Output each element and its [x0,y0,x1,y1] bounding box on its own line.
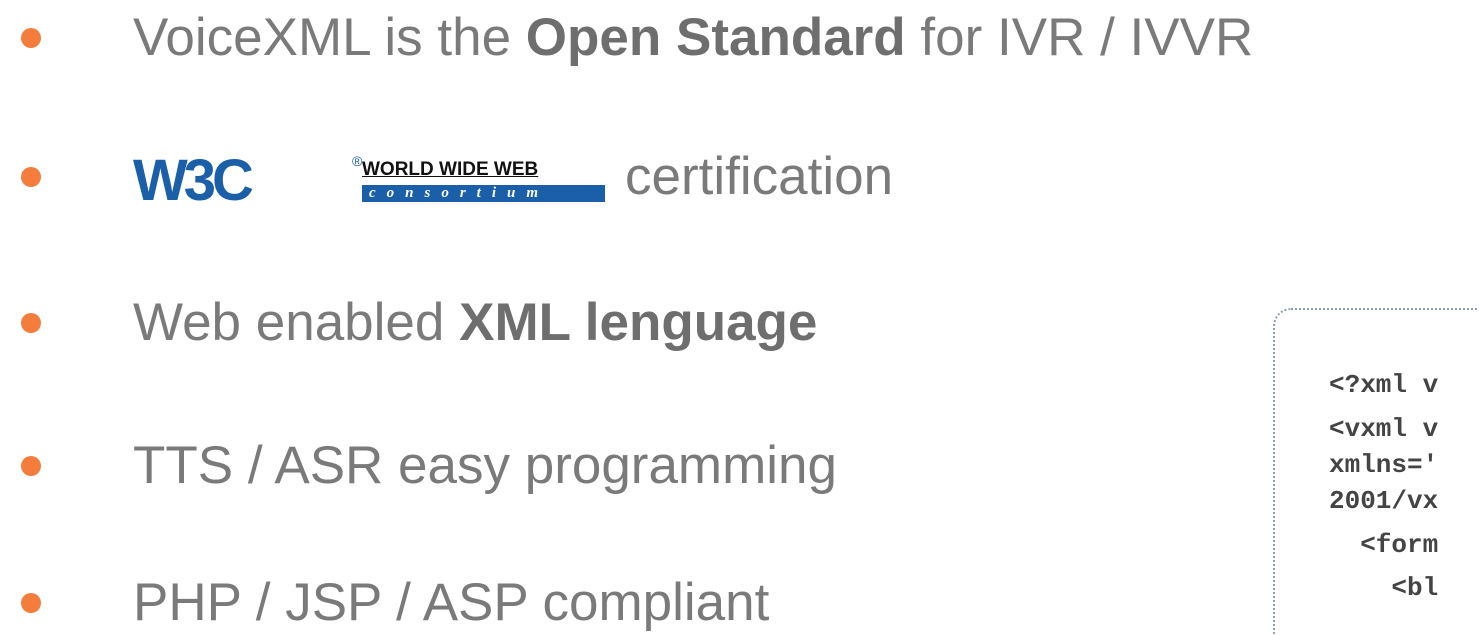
code-line: <?xml v [1329,370,1439,400]
code-line: <form [1329,530,1439,560]
bullet-dot-icon [21,456,41,476]
bullet-text-part: for IVR / IVVR [905,8,1254,67]
registered-mark: ® [352,153,363,169]
bullet-text-bold: XML lenguage [459,293,818,352]
code-line: xmlns=' [1329,450,1439,480]
w3c-logo-letters: W3C [133,148,254,213]
bullet-text-part: certification [625,147,894,206]
code-line: 2001/vx [1329,486,1439,516]
bullet-dot-icon [21,28,41,48]
bullet-text-part: Web enabled [133,293,460,352]
w3c-logo: W3C ® WORLD WIDE WEB consortium [133,150,605,210]
bullet-text: W3C ® WORLD WIDE WEB consortium certific… [133,137,893,217]
bullet-text: VoiceXML is the Open Standard for IVR / … [133,0,1253,78]
bullet-text: TTS / ASR easy programming [133,436,837,495]
bullet-dot-icon [21,313,41,333]
code-sample-box: <?xml v <vxml v xmlns=' 2001/vx <form <b… [1273,308,1479,636]
code-line: <vxml v [1329,414,1439,444]
w3c-logo-top-text: WORLD WIDE WEB [362,159,539,180]
bullet-text: Web enabled XML lenguage [133,283,817,363]
bullet-text-bold: Open Standard [525,8,906,67]
bullet-dot-icon [21,593,41,613]
w3c-logo-bottom-text: consortium [369,185,550,201]
bullet-dot-icon [21,167,41,187]
bullet-text: PHP / JSP / ASP compliant [133,573,770,632]
code-line: <bl [1329,573,1439,603]
bullet-text-part: VoiceXML is the [133,8,526,67]
